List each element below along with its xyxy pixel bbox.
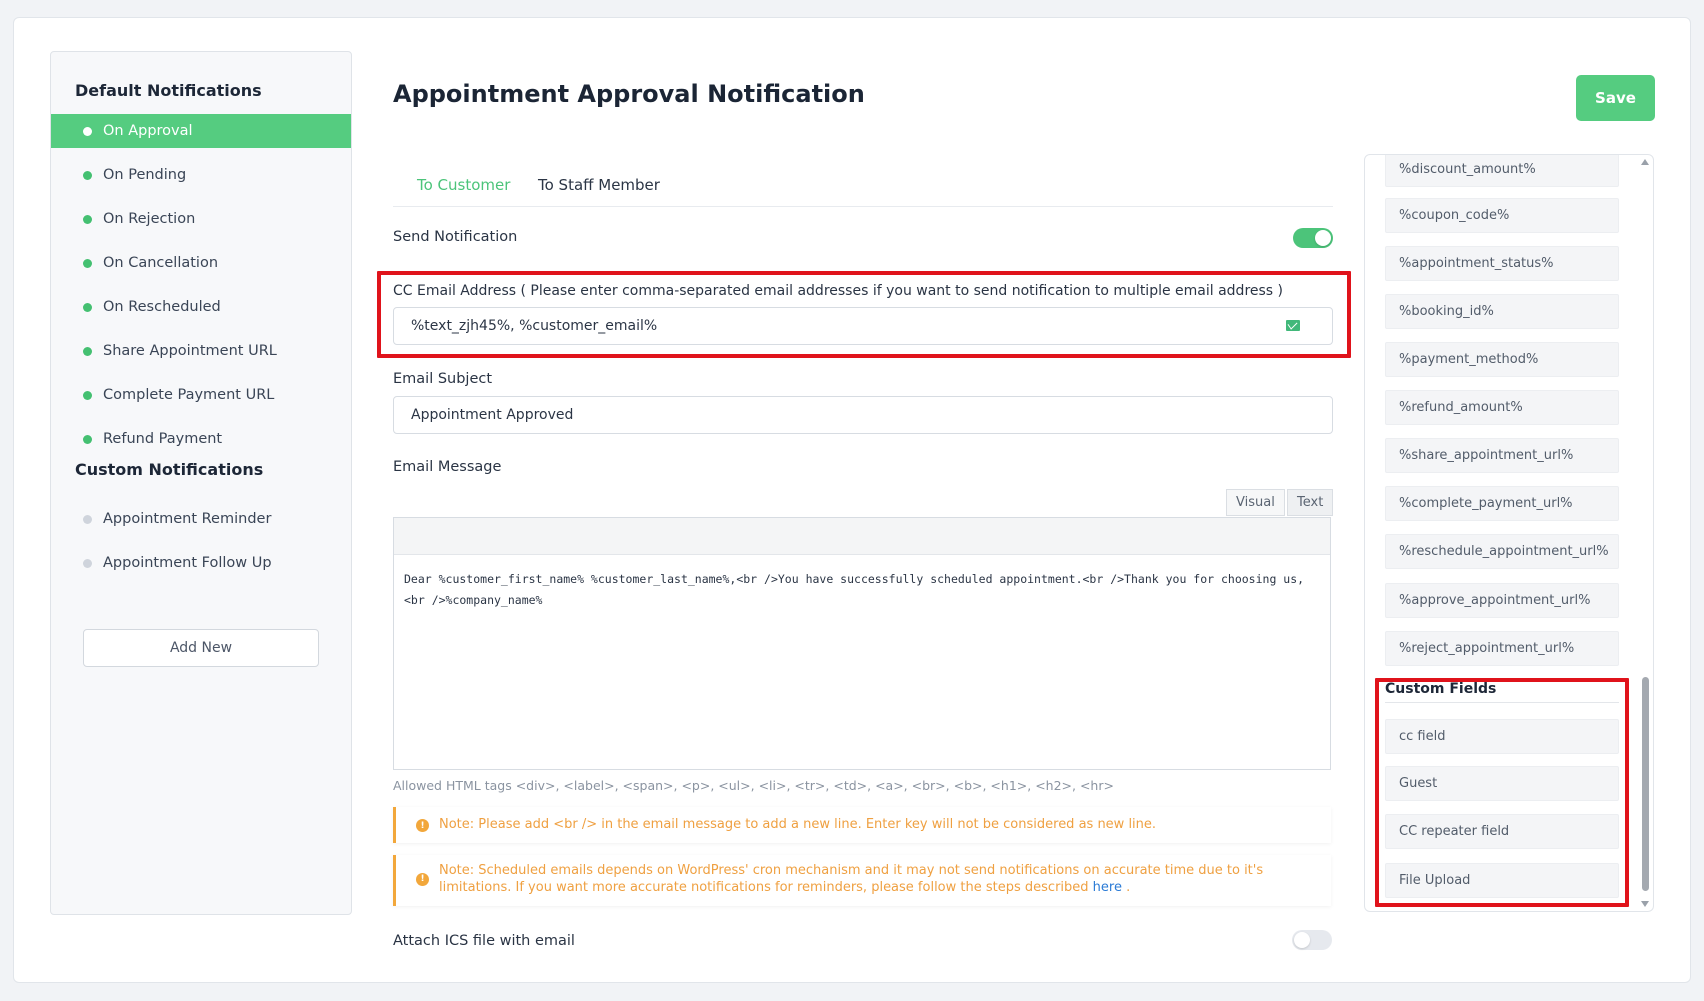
page-title: Appointment Approval Notification (393, 80, 865, 108)
bullet-icon (83, 558, 92, 568)
editor-toolbar (394, 518, 1330, 555)
editor-tab-visual[interactable]: Visual (1226, 489, 1285, 516)
email-subject-input[interactable] (393, 396, 1333, 434)
sidebar-item-refund-payment[interactable]: Refund Payment (51, 422, 351, 456)
tab-to-staff-member[interactable]: To Staff Member (538, 176, 660, 194)
toggle-knob (1315, 230, 1331, 246)
bullet-icon (83, 126, 92, 136)
variable-chip[interactable]: %approve_appointment_url% (1385, 583, 1619, 618)
sidebar-item-label: Share Appointment URL (103, 343, 277, 359)
variables-scrollbar[interactable] (1638, 157, 1652, 909)
note-new-line-text: Note: Please add <br /> in the email mes… (439, 817, 1157, 832)
sidebar-item-label: Appointment Reminder (103, 511, 272, 527)
variable-chip[interactable]: %reject_appointment_url% (1385, 631, 1619, 666)
default-notifications-title: Default Notifications (75, 81, 262, 100)
sidebar-item-on-rescheduled[interactable]: On Rescheduled (51, 290, 351, 324)
bullet-icon (83, 170, 92, 180)
sidebar-item-label: Appointment Follow Up (103, 555, 272, 571)
sidebar-item-on-pending[interactable]: On Pending (51, 158, 351, 192)
variable-chip[interactable]: %share_appointment_url% (1385, 438, 1619, 473)
variable-chip[interactable]: %reschedule_appointment_url% (1385, 534, 1619, 569)
bullet-icon (83, 390, 92, 400)
allowed-html-tags: Allowed HTML tags <div>, <label>, <span>… (393, 778, 1114, 793)
variable-chip[interactable]: %appointment_status% (1385, 246, 1619, 281)
variable-chip[interactable]: %payment_method% (1385, 342, 1619, 377)
variable-chip[interactable]: %discount_amount% (1385, 155, 1619, 187)
sidebar-item-label: On Approval (103, 123, 193, 139)
variable-chip[interactable]: %refund_amount% (1385, 390, 1619, 425)
steps-link[interactable]: here (1093, 880, 1122, 895)
note-cron-end: . (1126, 880, 1131, 895)
sidebar-item-appointment-reminder[interactable]: Appointment Reminder (51, 502, 351, 536)
notifications-sidebar: Default Notifications On Approval On Pen… (50, 51, 352, 915)
email-subject-label: Email Subject (393, 371, 493, 387)
custom-fields-highlight (1375, 678, 1629, 907)
sidebar-item-appointment-follow-up[interactable]: Appointment Follow Up (51, 546, 351, 580)
attach-ics-label: Attach ICS file with email (393, 933, 575, 949)
sidebar-item-label: Refund Payment (103, 431, 223, 447)
email-message-textarea[interactable]: Dear %customer_first_name% %customer_las… (394, 555, 1330, 769)
tab-to-customer[interactable]: To Customer (417, 176, 510, 194)
bullet-icon (83, 302, 92, 312)
bullet-icon (83, 514, 92, 524)
scroll-thumb[interactable] (1642, 677, 1649, 891)
send-notification-toggle[interactable] (1293, 228, 1333, 248)
scroll-down-icon[interactable] (1641, 901, 1649, 907)
scroll-up-icon[interactable] (1641, 159, 1649, 165)
sidebar-item-on-rejection[interactable]: On Rejection (51, 202, 351, 236)
bullet-icon (83, 346, 92, 356)
email-icon[interactable] (1286, 320, 1300, 331)
save-button[interactable]: Save (1576, 75, 1655, 121)
send-notification-label: Send Notification (393, 229, 518, 245)
recipient-tabs: To Customer To Staff Member (393, 163, 1333, 207)
email-message-label: Email Message (393, 459, 502, 475)
note-cron: ! Note: Scheduled emails depends on Word… (393, 855, 1331, 906)
sidebar-item-label: On Cancellation (103, 255, 219, 271)
warning-icon: ! (416, 873, 429, 886)
sidebar-item-label: On Rejection (103, 211, 196, 227)
sidebar-item-label: Complete Payment URL (103, 387, 275, 403)
bullet-icon (83, 258, 92, 268)
sidebar-item-on-approval[interactable]: On Approval (51, 114, 351, 148)
sidebar-item-on-cancellation[interactable]: On Cancellation (51, 246, 351, 280)
cc-email-input[interactable] (393, 307, 1333, 345)
custom-notifications-title: Custom Notifications (75, 460, 264, 479)
attach-ics-toggle[interactable] (1292, 930, 1332, 950)
toggle-knob (1294, 932, 1310, 948)
variable-chip[interactable]: %coupon_code% (1385, 198, 1619, 233)
sidebar-item-label: On Rescheduled (103, 299, 221, 315)
sidebar-item-share-appointment-url[interactable]: Share Appointment URL (51, 334, 351, 368)
variable-chip[interactable]: %complete_payment_url% (1385, 486, 1619, 521)
sidebar-item-complete-payment-url[interactable]: Complete Payment URL (51, 378, 351, 412)
variable-chip[interactable]: %booking_id% (1385, 294, 1619, 329)
cc-email-label: CC Email Address ( Please enter comma-se… (393, 283, 1284, 299)
sidebar-item-label: On Pending (103, 167, 187, 183)
editor-tab-text[interactable]: Text (1287, 489, 1334, 516)
bullet-icon (83, 434, 92, 444)
note-new-line: ! Note: Please add <br /> in the email m… (393, 807, 1331, 843)
add-new-button[interactable]: Add New (83, 629, 319, 667)
warning-icon: ! (416, 819, 429, 832)
email-message-editor: Dear %customer_first_name% %customer_las… (393, 517, 1331, 770)
note-cron-text: Note: Scheduled emails depends on WordPr… (439, 863, 1264, 895)
bullet-icon (83, 214, 92, 224)
